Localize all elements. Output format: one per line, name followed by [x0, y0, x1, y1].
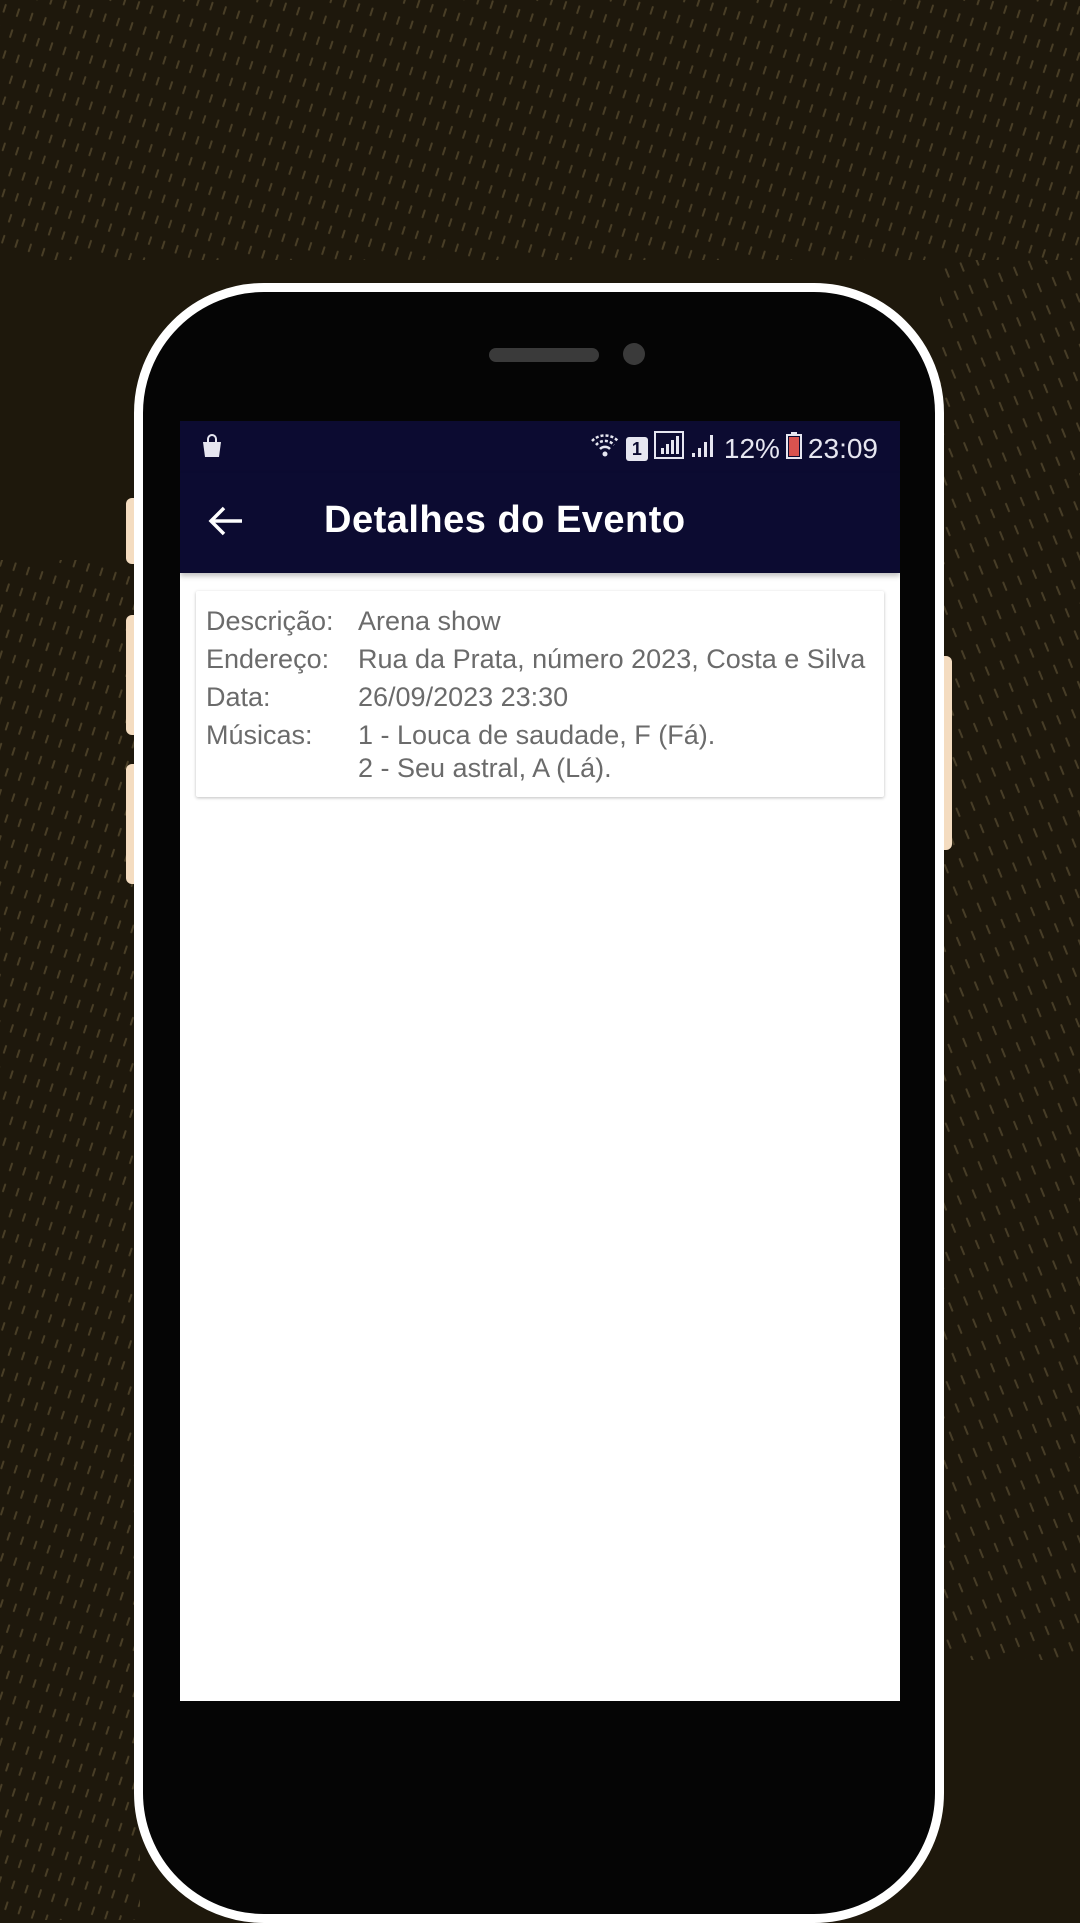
- phone-frame: 1 12% 23:09 Detalhes do Evento Descrição…: [134, 283, 944, 1923]
- address-label: Endereço:: [206, 644, 330, 674]
- songs-row: Músicas: 1 - Louca de saudade, F (Fá). 2 -…: [206, 719, 715, 785]
- address-value: Rua da Prata, número 2023, Costa e Silva: [358, 644, 866, 674]
- song-item: 1 - Louca de saudade, F (Fá).: [358, 720, 716, 750]
- status-icons: 1 12% 23:09: [590, 431, 878, 466]
- description-label: Descrição:: [206, 606, 334, 636]
- app-bar: Detalhes do Evento: [180, 473, 900, 573]
- phone-screen: 1 12% 23:09 Detalhes do Evento Descrição…: [180, 421, 900, 1701]
- status-bar: 1 12% 23:09: [180, 421, 900, 473]
- song-item: 2 - Seu astral, A (Lá).: [358, 753, 612, 783]
- page-title: Detalhes do Evento: [324, 499, 686, 541]
- wifi-icon: [590, 432, 620, 465]
- clock: 23:09: [807, 432, 878, 464]
- battery-percent: 12%: [723, 432, 780, 464]
- event-details-card: Descrição: Arena show Endereço: Rua da Pra…: [196, 591, 884, 797]
- signal-icon: [690, 431, 718, 466]
- date-value: 26/09/2023 23:30: [358, 682, 569, 712]
- signal-box-icon: [653, 431, 684, 466]
- songs-label: Músicas:: [206, 720, 313, 750]
- arrow-left-icon: [208, 505, 244, 542]
- date-row: Data: 26/09/2023 23:30: [206, 681, 568, 714]
- date-label: Data:: [206, 682, 271, 712]
- front-camera: [623, 343, 645, 365]
- description-row: Descrição: Arena show: [206, 605, 501, 638]
- phone-speaker: [489, 348, 599, 362]
- songs-list: 1 - Louca de saudade, F (Fá). 2 - Seu ast…: [358, 719, 715, 785]
- address-row: Endereço: Rua da Prata, número 2023, Cost…: [206, 643, 865, 676]
- back-button[interactable]: [202, 499, 250, 547]
- sim-icon: 1: [625, 436, 648, 461]
- battery-icon: [785, 431, 802, 466]
- description-value: Arena show: [358, 606, 501, 636]
- shopping-bag-icon: [200, 433, 224, 466]
